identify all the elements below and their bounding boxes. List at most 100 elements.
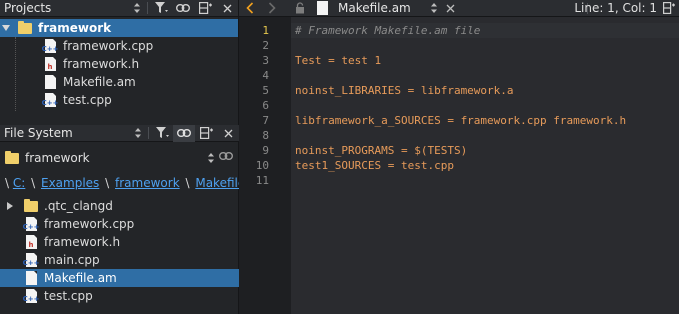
folder-icon	[17, 20, 33, 36]
tree-item-label: framework	[38, 21, 112, 35]
root-directory-value: framework	[25, 151, 90, 165]
tree-item-file-selected[interactable]: Makefile.am	[0, 269, 239, 287]
tree-item-file[interactable]: C++ framework.cpp	[0, 215, 239, 233]
back-button[interactable]	[239, 2, 261, 14]
editor-toolbar: Makefile.am Line: 1, Col: 1	[239, 0, 679, 17]
cursor-position[interactable]: Line: 1, Col: 1	[574, 1, 657, 15]
close-icon	[223, 4, 231, 12]
filter-icon	[154, 2, 168, 13]
tree-item-label: framework.cpp	[63, 39, 154, 53]
tree-item-file[interactable]: C++ test.cpp	[0, 287, 239, 305]
code-line: test1_SOURCES = test.cpp	[295, 159, 454, 172]
tree-item-file[interactable]: h framework.h	[0, 55, 238, 73]
projects-pane-title: Projects	[4, 1, 52, 15]
link-with-editor-button[interactable]	[172, 0, 194, 17]
code-line: libframework_a_SOURCES = framework.cpp f…	[295, 114, 627, 127]
close-icon	[446, 4, 455, 12]
line-number: 9	[262, 144, 269, 157]
link-with-editor-button[interactable]	[173, 124, 195, 142]
line-number: 2	[262, 39, 269, 52]
document-tab-name[interactable]: Makefile.am	[338, 1, 430, 15]
tree-item-file[interactable]: C++ framework.cpp	[0, 37, 238, 55]
tree-item-file[interactable]: Makefile.am	[0, 73, 238, 91]
updown-icon	[135, 128, 141, 138]
folder-icon	[23, 198, 39, 214]
filesystem-view-select[interactable]	[130, 125, 146, 142]
breadcrumb-separator: \	[105, 176, 110, 190]
tree-item-label: framework.h	[44, 235, 121, 249]
updown-icon	[134, 3, 140, 13]
tree-item-label: main.cpp	[44, 253, 100, 267]
line-number-gutter: 1 2 3 4 5 6 7 8 9 10 11	[239, 17, 291, 314]
code-line: noinst_PROGRAMS = $(TESTS)	[295, 144, 468, 157]
tree-item-label: test.cpp	[63, 93, 112, 107]
updown-icon	[207, 153, 215, 163]
breadcrumb-link[interactable]: Examples	[41, 176, 99, 190]
header-file-icon: h	[42, 56, 58, 72]
toolbar-separator	[148, 127, 149, 139]
breadcrumb: \ C: \ Examples \ framework \ Makefile.a…	[5, 176, 268, 190]
split-pane-button[interactable]	[194, 0, 216, 17]
projects-tree: framework C++ framework.cpp h framework.…	[0, 19, 238, 111]
line-number: 1	[262, 24, 269, 37]
link-icon	[219, 152, 233, 160]
tree-item-label: .qtc_clangd	[44, 199, 113, 213]
projects-view-select[interactable]	[129, 0, 145, 17]
line-number: 3	[262, 54, 269, 67]
root-link-button[interactable]	[219, 152, 233, 160]
tree-item-label: test.cpp	[44, 289, 93, 303]
split-pane-button[interactable]	[195, 125, 217, 142]
cpp-file-icon: C++	[42, 92, 58, 108]
cpp-file-icon: C++	[42, 38, 58, 54]
line-number: 8	[262, 129, 269, 142]
code-editor[interactable]: 1 2 3 4 5 6 7 8 9 10 11 # Framework Make…	[239, 17, 679, 314]
breadcrumb-link[interactable]: C:	[13, 176, 25, 190]
split-add-icon	[198, 2, 212, 14]
filesystem-tree: .qtc_clangd C++ framework.cpp h framewor…	[0, 197, 239, 305]
tree-item-label: framework.cpp	[44, 217, 135, 231]
code-text-area[interactable]: # Framework Makefile.am file Test = test…	[291, 17, 679, 314]
document-list-button[interactable]	[430, 3, 438, 13]
tree-item-framework-project[interactable]: framework	[0, 19, 238, 37]
text-file-icon	[23, 270, 39, 286]
close-pane-button[interactable]	[217, 125, 239, 142]
line-number: 11	[255, 174, 269, 187]
expanded-arrow-icon[interactable]	[0, 25, 12, 31]
split-editor-button[interactable]	[663, 2, 675, 14]
root-directory-combo[interactable]: framework	[5, 148, 215, 168]
folder-icon	[5, 150, 19, 164]
breadcrumb-link[interactable]: framework	[115, 176, 180, 190]
tree-item-file[interactable]: h framework.h	[0, 233, 239, 251]
forward-button[interactable]	[261, 2, 283, 14]
editor-area: Makefile.am Line: 1, Col: 1 1 2 3 4 5 6 …	[239, 0, 679, 314]
tree-item-file[interactable]: C++ test.cpp	[0, 91, 238, 109]
text-file-icon	[42, 74, 58, 90]
close-icon	[224, 129, 232, 137]
lock-icon	[296, 2, 304, 14]
code-line: noinst_LIBRARIES = libframework.a	[295, 84, 514, 97]
filter-button[interactable]	[150, 0, 172, 17]
split-icon	[663, 2, 675, 14]
tree-item-folder[interactable]: .qtc_clangd	[0, 197, 239, 215]
close-pane-button[interactable]	[216, 0, 238, 17]
tree-item-file[interactable]: C++ main.cpp	[0, 251, 239, 269]
header-file-icon: h	[23, 234, 39, 250]
close-document-button[interactable]	[446, 4, 455, 13]
filesystem-pane-title: File System	[4, 126, 73, 140]
chevron-left-icon	[246, 2, 254, 14]
breadcrumb-separator: \	[185, 176, 190, 190]
line-number: 6	[262, 99, 269, 112]
collapsed-arrow-icon[interactable]	[4, 202, 16, 210]
tree-item-label: Makefile.am	[63, 75, 136, 89]
document-icon	[317, 1, 328, 15]
cpp-file-icon: C++	[23, 252, 39, 268]
lock-button[interactable]	[289, 2, 311, 14]
link-icon	[177, 129, 191, 137]
filter-icon	[155, 127, 169, 138]
chevron-right-icon	[268, 2, 276, 14]
filter-button[interactable]	[151, 125, 173, 142]
